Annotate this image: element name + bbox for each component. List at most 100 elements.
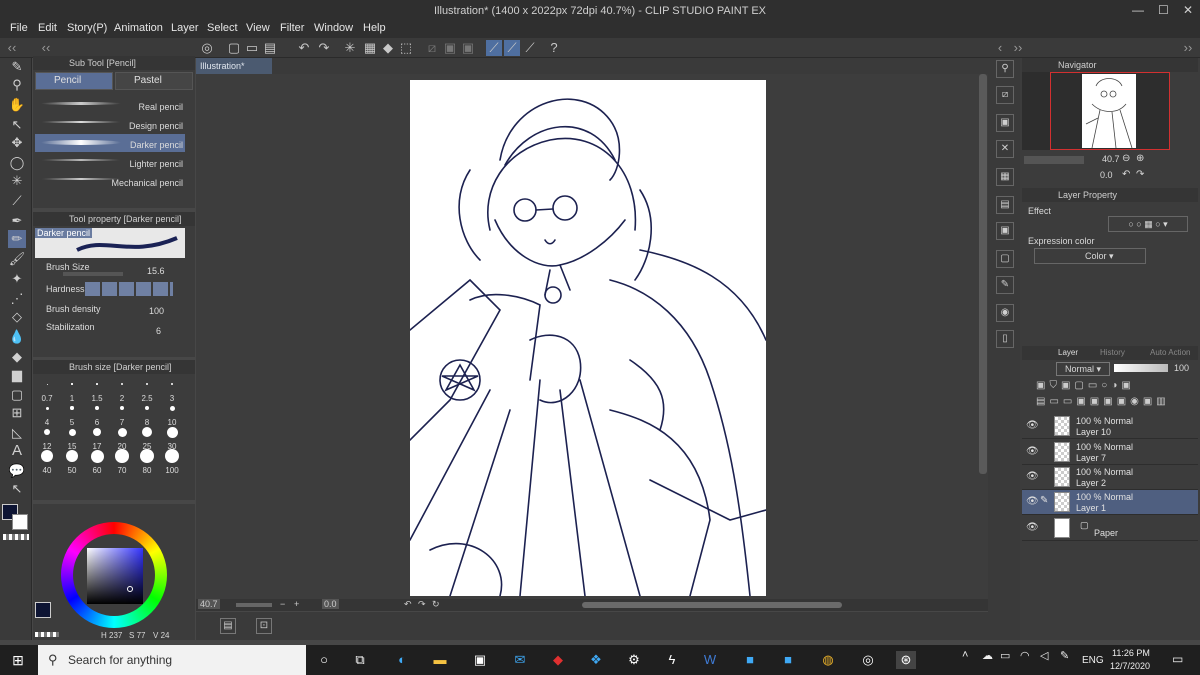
battery-icon[interactable]: ▭ bbox=[1000, 649, 1010, 662]
brush-design-pencil[interactable]: Design pencil bbox=[35, 115, 185, 133]
image-material-icon[interactable]: ▤ bbox=[996, 196, 1014, 214]
zoom-in-icon[interactable]: ⊕ bbox=[1136, 153, 1144, 164]
invert-selection-icon[interactable]: ▣ bbox=[442, 40, 458, 56]
layer-options-icons[interactable]: ▣⛉▣▢▭○◑▣ bbox=[1036, 380, 1196, 394]
camera-icon[interactable]: ◉ bbox=[996, 304, 1014, 322]
snap-grid-icon[interactable]: ⟋ bbox=[522, 40, 538, 56]
brush-size-label[interactable]: 1 bbox=[61, 394, 83, 403]
eraser-icon[interactable]: ◇ bbox=[8, 308, 26, 326]
pattern-icon[interactable]: ▦ bbox=[996, 168, 1014, 186]
undo-icon[interactable]: ↶ bbox=[296, 40, 312, 56]
chrome-icon[interactable]: ◍ bbox=[818, 651, 838, 669]
brush-size-dot[interactable] bbox=[41, 450, 53, 462]
word-icon[interactable]: W bbox=[700, 651, 720, 669]
brush-size-dot[interactable] bbox=[115, 449, 129, 463]
brush-size-dot[interactable] bbox=[71, 383, 73, 385]
store-icon[interactable]: ▣ bbox=[470, 651, 490, 669]
hardness-row[interactable]: Hardness bbox=[35, 282, 185, 302]
drawing-canvas[interactable] bbox=[409, 80, 767, 597]
minimize-button[interactable]: — bbox=[1132, 3, 1144, 17]
brush-size-dot[interactable] bbox=[90, 449, 104, 463]
menu-filter[interactable]: Filter bbox=[280, 22, 304, 34]
brush-size-label[interactable]: 60 bbox=[86, 466, 108, 475]
notification-icon[interactable]: ▭ bbox=[1172, 652, 1183, 666]
menu-select[interactable]: Select bbox=[207, 22, 238, 34]
rotate-left-icon[interactable]: ↶ bbox=[404, 599, 412, 610]
chevron-left-icon[interactable]: ‹ bbox=[992, 40, 1008, 56]
help-icon[interactable]: ? bbox=[546, 40, 562, 56]
brush-icon[interactable]: 🖌 bbox=[8, 250, 26, 268]
hardness-selector[interactable] bbox=[85, 282, 173, 296]
brush-size-dot[interactable] bbox=[140, 449, 154, 463]
zoom-app-icon[interactable]: ■ bbox=[740, 651, 760, 669]
save-icon[interactable]: ▤ bbox=[262, 40, 278, 56]
figure-icon[interactable]: ▢ bbox=[8, 386, 26, 404]
task-view-icon[interactable]: ⧉ bbox=[350, 651, 370, 669]
brush-size-label[interactable]: 40 bbox=[36, 466, 58, 475]
lasso-icon[interactable]: ◯ bbox=[8, 154, 26, 172]
brush-size-label[interactable]: 10 bbox=[161, 418, 183, 427]
fill-icon[interactable]: ◆ bbox=[380, 40, 396, 56]
tab-pencil[interactable]: Pencil bbox=[35, 72, 113, 90]
brush-size-dot[interactable] bbox=[70, 406, 74, 410]
expand-selection-icon[interactable]: ▣ bbox=[460, 40, 476, 56]
chevron-left-icon[interactable]: ‹‹ bbox=[38, 40, 54, 56]
rotate-right-icon[interactable]: ↷ bbox=[1136, 169, 1144, 180]
menu-view[interactable]: View bbox=[246, 22, 270, 34]
move-icon[interactable]: ✥ bbox=[8, 134, 26, 152]
zoom-out-icon[interactable]: ⊖ bbox=[1122, 153, 1130, 164]
redo-icon[interactable]: ↷ bbox=[316, 40, 332, 56]
menu-edit[interactable]: Edit bbox=[38, 22, 57, 34]
brush-size-label[interactable]: 50 bbox=[61, 466, 83, 475]
brush-size-dot[interactable] bbox=[121, 383, 123, 385]
fill-icon[interactable]: ◆ bbox=[8, 348, 26, 366]
text-icon[interactable]: A bbox=[8, 442, 26, 460]
mail-icon[interactable]: ✉ bbox=[510, 651, 530, 669]
taskbar-search[interactable]: ⚲ Search for anything bbox=[38, 645, 306, 675]
zoom-in-icon[interactable]: + bbox=[294, 599, 299, 609]
pen-icon[interactable]: ✒ bbox=[8, 212, 26, 230]
menu-story[interactable]: Story(P) bbox=[67, 22, 107, 34]
layer-actions-icons[interactable]: ▤▭▭▣▣▣▣◉▣▥ bbox=[1036, 396, 1196, 410]
eye-icon[interactable]: 👁 bbox=[1026, 446, 1039, 457]
eye-icon[interactable]: 👁 bbox=[1026, 471, 1039, 482]
sub-view-icon[interactable]: ⧄ bbox=[996, 86, 1014, 104]
brush-size-label[interactable]: 2.5 bbox=[136, 394, 158, 403]
brush-size-slider[interactable] bbox=[63, 272, 123, 276]
brush-size-label[interactable]: 8 bbox=[136, 418, 158, 427]
clock-time[interactable]: 11:26 PM bbox=[1112, 648, 1150, 658]
blend-mode-select[interactable]: Normal ▾ bbox=[1056, 362, 1110, 376]
close-palette-icon[interactable]: ✕ bbox=[996, 140, 1014, 158]
cortana-icon[interactable]: ○ bbox=[314, 651, 334, 669]
gradient-icon[interactable]: ▆ bbox=[8, 366, 26, 384]
dropbox-icon[interactable]: ❖ bbox=[586, 651, 606, 669]
layer-search-icon[interactable]: ▯ bbox=[996, 330, 1014, 348]
layer-row[interactable]: 👁 100 % Normal Layer 2 bbox=[1022, 465, 1198, 490]
wifi-icon[interactable]: ◠ bbox=[1020, 649, 1030, 662]
opacity-value[interactable]: 100 bbox=[1174, 363, 1189, 373]
open-folder-icon[interactable]: ▭ bbox=[244, 40, 260, 56]
brush-density-row[interactable]: Brush density 100 bbox=[35, 302, 185, 322]
saturation-value-square[interactable] bbox=[87, 548, 143, 604]
brush-size-dot[interactable] bbox=[96, 383, 98, 385]
material-toggle-icon[interactable]: ⊡ bbox=[256, 618, 272, 634]
language-indicator[interactable]: ENG bbox=[1082, 655, 1104, 666]
main-color-mini[interactable] bbox=[35, 602, 51, 618]
hand-icon[interactable]: ✋ bbox=[8, 96, 26, 114]
frame-icon[interactable]: ▣ bbox=[996, 222, 1014, 240]
navigator-zoom-value[interactable]: 40.7 bbox=[1102, 154, 1120, 164]
pen-icon[interactable]: ✎ bbox=[1060, 649, 1069, 662]
brush-size-dot[interactable] bbox=[46, 383, 48, 385]
edge-icon[interactable]: ◐ bbox=[392, 651, 412, 669]
tab-pastel[interactable]: Pastel bbox=[115, 72, 193, 90]
rotate-left-icon[interactable]: ↶ bbox=[1122, 169, 1130, 180]
picture-icon[interactable]: ▢ bbox=[996, 250, 1014, 268]
tab-auto-action[interactable]: Auto Action bbox=[1150, 348, 1190, 357]
rotate-right-icon[interactable]: ↷ bbox=[418, 599, 426, 610]
brush-size-label[interactable]: 4 bbox=[36, 418, 58, 427]
brush-size-dot[interactable] bbox=[45, 406, 49, 410]
brush-darker-pencil[interactable]: Darker pencil bbox=[35, 134, 185, 152]
brush-size-dot[interactable] bbox=[117, 427, 127, 437]
menu-window[interactable]: Window bbox=[314, 22, 353, 34]
close-button[interactable]: ✕ bbox=[1183, 3, 1193, 17]
